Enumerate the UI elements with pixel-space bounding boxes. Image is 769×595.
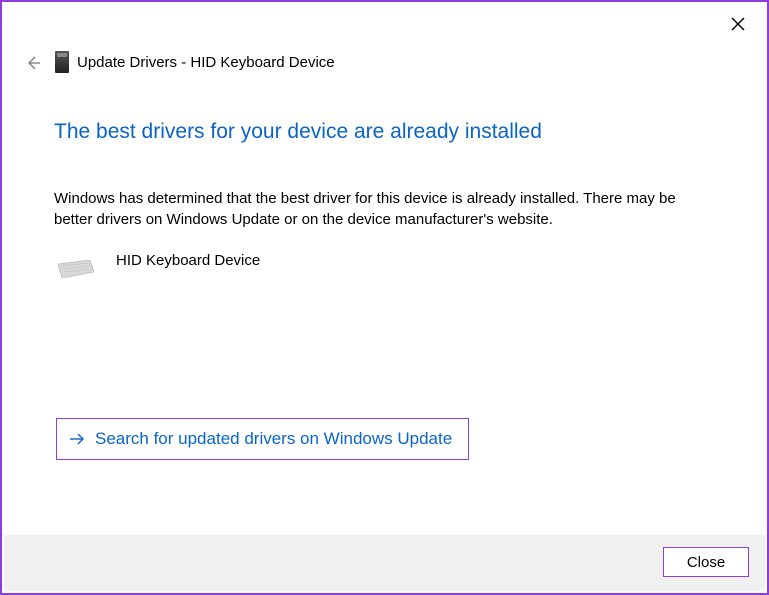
close-icon[interactable] [731,17,745,31]
bottom-bar: Close [4,535,765,591]
dialog-title: Update Drivers - HID Keyboard Device [77,54,335,71]
windows-update-link-label: Search for updated drivers on Windows Up… [95,429,452,449]
dialog-header: Update Drivers - HID Keyboard Device [55,51,335,73]
close-button[interactable]: Close [663,547,749,577]
titlebar: Update Drivers - HID Keyboard Device [2,2,767,77]
back-arrow-icon[interactable] [24,54,42,72]
main-heading: The best drivers for your device are alr… [54,120,715,144]
body-text: Windows has determined that the best dri… [54,188,694,230]
update-drivers-dialog: Update Drivers - HID Keyboard Device The… [0,0,769,595]
windows-update-link[interactable]: Search for updated drivers on Windows Up… [56,418,469,460]
device-icon [55,51,69,73]
keyboard-icon [54,260,94,278]
device-name-label: HID Keyboard Device [116,252,260,269]
device-row: HID Keyboard Device [54,252,715,278]
content-area: The best drivers for your device are alr… [54,102,715,278]
arrow-right-icon [69,431,85,447]
